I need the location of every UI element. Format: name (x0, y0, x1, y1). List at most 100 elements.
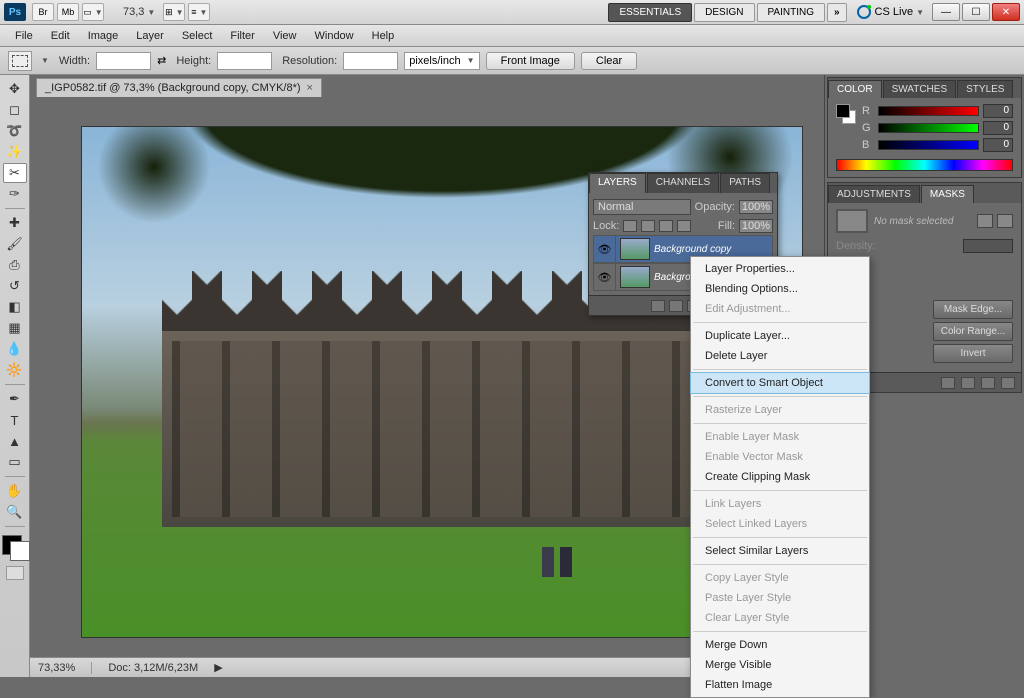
marquee-tool[interactable]: ◻ (3, 100, 27, 120)
context-item[interactable]: Blending Options... (691, 279, 869, 299)
context-item[interactable]: Merge Down (691, 635, 869, 655)
lock-transparency-icon[interactable] (623, 220, 637, 232)
invert-button[interactable]: Invert (933, 344, 1013, 363)
brush-tool[interactable]: 🖌 (3, 234, 27, 254)
menu-select[interactable]: Select (173, 27, 222, 45)
stamp-tool[interactable]: ⎙ (3, 255, 27, 275)
arrange-icon[interactable]: ⊞▼ (163, 3, 185, 21)
status-docsize[interactable]: Doc: 3,12M/6,23M (108, 662, 198, 674)
status-zoom[interactable]: 73,33% (38, 662, 75, 674)
background-color[interactable] (10, 541, 30, 561)
mask-thumbnail[interactable] (836, 209, 868, 233)
layer-thumbnail[interactable] (620, 238, 650, 260)
r-slider[interactable] (878, 106, 979, 116)
pixel-mask-icon[interactable] (977, 214, 993, 228)
tab-layers[interactable]: LAYERS (589, 173, 646, 193)
g-value[interactable]: 0 (983, 121, 1013, 135)
cslive-button[interactable]: CS Live▼ (857, 5, 924, 19)
width-input[interactable] (96, 52, 151, 70)
bridge-icon[interactable]: Br (32, 3, 54, 21)
opacity-input[interactable]: 100% (739, 200, 773, 214)
crop-tool[interactable]: ✂ (3, 163, 27, 183)
color-fgbg[interactable] (836, 104, 856, 124)
tab-swatches[interactable]: SWATCHES (883, 80, 957, 98)
context-item[interactable]: Select Similar Layers (691, 541, 869, 561)
resolution-input[interactable] (343, 52, 398, 70)
gradient-tool[interactable]: ▦ (3, 318, 27, 338)
workspace-essentials[interactable]: ESSENTIALS (608, 3, 692, 22)
wand-tool[interactable]: ✨ (3, 142, 27, 162)
crop-tool-icon[interactable] (8, 51, 32, 71)
tab-channels[interactable]: CHANNELS (647, 173, 719, 193)
mask-edge-button[interactable]: Mask Edge... (933, 300, 1013, 319)
quickmask-toggle[interactable] (6, 566, 24, 580)
status-more-icon[interactable]: ▶ (214, 661, 222, 674)
context-item[interactable]: Convert to Smart Object (691, 373, 869, 393)
layer-style-icon[interactable] (669, 300, 683, 312)
screenmode-icon[interactable]: ▭▼ (82, 3, 104, 21)
dodge-tool[interactable]: 🔆 (3, 360, 27, 380)
zoom-level[interactable]: 73,3▼ (123, 6, 155, 18)
menu-layer[interactable]: Layer (127, 27, 173, 45)
history-brush-tool[interactable]: ↺ (3, 276, 27, 296)
lock-pixels-icon[interactable] (641, 220, 655, 232)
tab-color[interactable]: COLOR (828, 80, 882, 98)
layer-name[interactable]: Background copy (654, 244, 731, 255)
path-select-tool[interactable]: ▲ (3, 431, 27, 451)
shape-tool[interactable]: ▭ (3, 452, 27, 472)
healing-tool[interactable]: ✚ (3, 213, 27, 233)
workspace-design[interactable]: DESIGN (694, 3, 754, 22)
workspace-painting[interactable]: PAINTING (757, 3, 825, 22)
workspace-more[interactable]: » (827, 3, 847, 22)
disable-mask-icon[interactable] (981, 377, 995, 389)
height-input[interactable] (217, 52, 272, 70)
minimize-button[interactable]: — (932, 3, 960, 21)
tab-adjustments[interactable]: ADJUSTMENTS (828, 185, 920, 203)
tab-paths[interactable]: PATHS (720, 173, 770, 193)
menu-filter[interactable]: Filter (221, 27, 263, 45)
blur-tool[interactable]: 💧 (3, 339, 27, 359)
apply-mask-icon[interactable] (961, 377, 975, 389)
b-slider[interactable] (878, 140, 979, 150)
menu-window[interactable]: Window (306, 27, 363, 45)
menu-view[interactable]: View (264, 27, 306, 45)
link-layers-icon[interactable] (651, 300, 665, 312)
pen-tool[interactable]: ✒ (3, 389, 27, 409)
menu-help[interactable]: Help (363, 27, 404, 45)
context-item[interactable]: Duplicate Layer... (691, 326, 869, 346)
lock-all-icon[interactable] (677, 220, 691, 232)
visibility-icon[interactable]: 👁 (594, 236, 616, 262)
document-close-icon[interactable]: × (307, 82, 313, 94)
menu-image[interactable]: Image (79, 27, 128, 45)
clear-button[interactable]: Clear (581, 52, 637, 70)
r-value[interactable]: 0 (983, 104, 1013, 118)
move-tool[interactable]: ✥ (3, 79, 27, 99)
units-select[interactable]: pixels/inch▼ (404, 52, 479, 70)
b-value[interactable]: 0 (983, 138, 1013, 152)
menu-file[interactable]: File (6, 27, 42, 45)
vector-mask-icon[interactable] (997, 214, 1013, 228)
density-input[interactable] (963, 239, 1013, 253)
color-spectrum[interactable] (836, 159, 1013, 171)
tab-masks[interactable]: MASKS (921, 185, 974, 203)
minibridge-icon[interactable]: Mb (57, 3, 79, 21)
layer-thumbnail[interactable] (620, 266, 650, 288)
delete-mask-icon[interactable] (1001, 377, 1015, 389)
load-selection-icon[interactable] (941, 377, 955, 389)
document-tab[interactable]: _IGP0582.tif @ 73,3% (Background copy, C… (36, 78, 322, 97)
extras-icon[interactable]: ≡▼ (188, 3, 210, 21)
tab-styles[interactable]: STYLES (957, 80, 1013, 98)
context-item[interactable]: Delete Layer (691, 346, 869, 366)
type-tool[interactable]: T (3, 410, 27, 430)
context-item[interactable]: Flatten Image (691, 675, 869, 695)
visibility-icon[interactable]: 👁 (594, 264, 616, 290)
lock-position-icon[interactable] (659, 220, 673, 232)
fill-input[interactable]: 100% (739, 219, 773, 233)
hand-tool[interactable]: ✋ (3, 481, 27, 501)
front-image-button[interactable]: Front Image (486, 52, 575, 70)
eyedropper-tool[interactable]: ✑ (3, 184, 27, 204)
eraser-tool[interactable]: ◧ (3, 297, 27, 317)
maximize-button[interactable]: ☐ (962, 3, 990, 21)
close-button[interactable]: ✕ (992, 3, 1020, 21)
menu-edit[interactable]: Edit (42, 27, 79, 45)
